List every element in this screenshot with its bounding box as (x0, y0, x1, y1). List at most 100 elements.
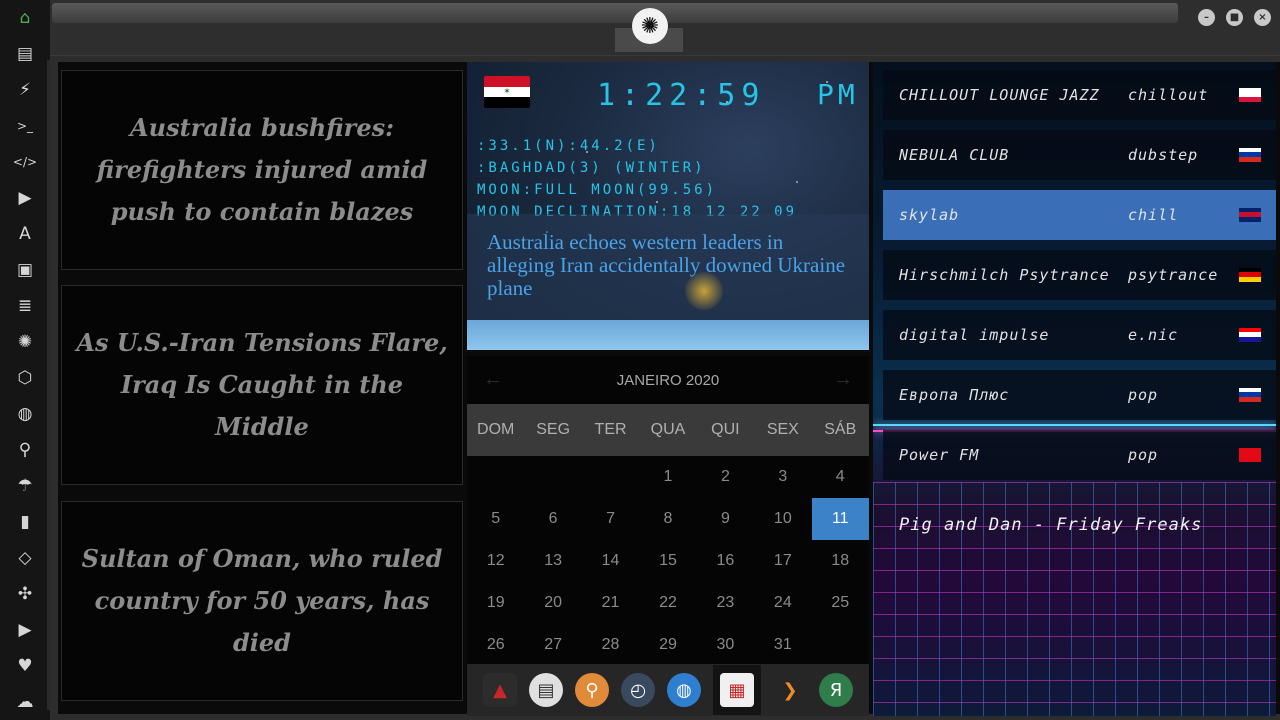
youtube-icon[interactable]: ▶ (13, 618, 37, 642)
git-icon[interactable]: ◇ (13, 546, 37, 570)
calendar-day[interactable]: 14 (582, 540, 639, 582)
flag-stripe (1239, 337, 1261, 343)
globe-app-icon[interactable]: ◍ (667, 673, 701, 707)
clock-app-icon[interactable]: ◴ (621, 673, 655, 707)
calendar-day[interactable]: 24 (754, 582, 811, 624)
calendar-day[interactable]: 26 (467, 624, 524, 666)
calendar-day[interactable]: 11 (811, 498, 869, 540)
calendar-day[interactable]: 3 (754, 456, 811, 498)
news-card[interactable]: Australia bushfires: firefighters injure… (61, 70, 463, 270)
horizon (467, 320, 869, 350)
hexagon-icon[interactable]: ⬡ (13, 366, 37, 390)
calendar-day[interactable]: 21 (582, 582, 639, 624)
news-icon[interactable]: ≣ (13, 294, 37, 318)
calendar-day[interactable]: 27 (524, 624, 581, 666)
calendar-day[interactable]: 13 (524, 540, 581, 582)
app-dock: ▲ ▤ ⚲ ◴ ◍ ▦ ❯ Я (467, 664, 869, 716)
calendar-day[interactable]: 31 (754, 624, 811, 666)
next-month-button[interactable]: → (833, 368, 853, 391)
cloud-icon[interactable]: ☁ (13, 690, 37, 714)
dock-active-slot: ▦ (713, 665, 761, 715)
calendar-day[interactable]: 23 (697, 582, 754, 624)
lightning-icon[interactable]: ⚡ (13, 78, 37, 102)
calendar-day[interactable]: 25 (812, 582, 869, 624)
calendar-day[interactable]: 29 (639, 624, 696, 666)
calendar-day[interactable]: 15 (639, 540, 696, 582)
maximize-button[interactable]: ■ (1226, 9, 1243, 26)
news-card[interactable]: Sultan of Oman, who ruled country for 50… (61, 501, 463, 701)
station-row[interactable]: Европа Плюс pop (883, 370, 1276, 420)
heart-icon[interactable]: ♥ (13, 654, 37, 678)
weekday-label: SÁB (824, 421, 857, 438)
calendar-week: 5 6 7 8 9 10 11 (467, 498, 869, 540)
station-name: NEBULA CLUB (899, 146, 1010, 164)
country-flag-icon (1239, 87, 1261, 103)
calendar-day[interactable]: 9 (697, 498, 754, 540)
calendar-day[interactable]: 4 (812, 456, 869, 498)
yandex-app-icon[interactable]: Я (819, 673, 853, 707)
calendar-day[interactable]: 10 (754, 498, 811, 540)
station-genre: chill (1128, 206, 1179, 224)
terminal-icon[interactable]: >_ (13, 114, 37, 138)
weekday-label: QUI (711, 421, 740, 438)
top-bar: ✺ – ■ × (50, 0, 1280, 56)
translate-icon[interactable]: A (13, 222, 37, 246)
calendar-day[interactable]: 17 (754, 540, 811, 582)
station-row[interactable]: Hirschmilch Psytrance psytrance (883, 250, 1276, 300)
image-icon[interactable]: ▣ (13, 258, 37, 282)
calendar-day[interactable]: 18 (812, 540, 869, 582)
document-icon[interactable]: ▤ (13, 42, 37, 66)
play-app-icon[interactable]: ❯ (773, 673, 807, 707)
calendar-day[interactable]: 12 (467, 540, 524, 582)
station-row[interactable]: Power FM pop (883, 430, 1276, 480)
close-button[interactable]: × (1254, 9, 1271, 26)
code-icon[interactable]: </> (13, 150, 37, 174)
calendar-day[interactable]: 2 (697, 456, 754, 498)
clock-headline[interactable]: Australia echoes western leaders in alle… (467, 214, 869, 321)
umbrella-icon[interactable]: ☂ (13, 474, 37, 498)
calendar-day[interactable]: 30 (697, 624, 754, 666)
minimize-button[interactable]: – (1198, 9, 1215, 26)
globe-icon[interactable]: ◍ (13, 402, 37, 426)
address-bar[interactable] (52, 3, 1178, 23)
calendar-month-label: JANEIRO 2020 (616, 371, 720, 389)
sidebar-scrollbar[interactable] (47, 60, 50, 710)
calendar-day[interactable]: 20 (524, 582, 581, 624)
news-card[interactable]: As U.S.-Iran Tensions Flare, Iraq Is Cau… (61, 285, 463, 485)
expand-icon[interactable]: ✣ (13, 582, 37, 606)
news-headline: Sultan of Oman, who ruled country for 50… (81, 544, 443, 657)
station-genre: dubstep (1128, 146, 1199, 164)
play-icon[interactable]: ▶ (13, 186, 37, 210)
calendar-day[interactable]: 6 (524, 498, 581, 540)
country-flag-icon (1239, 267, 1261, 283)
calendar-day[interactable]: 5 (467, 498, 524, 540)
calendar-day[interactable]: 8 (639, 498, 696, 540)
calendar-day[interactable]: 16 (697, 540, 754, 582)
station-row[interactable]: digital impulse e.nic (883, 310, 1276, 360)
search-app-icon[interactable]: ⚲ (575, 673, 609, 707)
now-playing: Pig and Dan - Friday Freaks (899, 515, 1203, 535)
calendar-day[interactable]: 28 (582, 624, 639, 666)
calendar-app-icon[interactable]: ▦ (720, 673, 754, 707)
flag-stripe (484, 97, 530, 108)
rebel-emblem-icon[interactable]: ✺ (632, 8, 668, 44)
news-app-icon[interactable]: ▤ (529, 673, 563, 707)
station-name: CHILLOUT LOUNGE JAZZ (899, 86, 1100, 104)
calendar-day[interactable]: 19 (467, 582, 524, 624)
country-flag-icon (1239, 207, 1261, 223)
home-icon[interactable]: ⌂ (13, 6, 37, 30)
station-row[interactable]: NEBULA CLUB dubstep (883, 130, 1276, 180)
prev-month-button[interactable]: ← (483, 368, 503, 391)
rebel-icon[interactable]: ✺ (13, 330, 37, 354)
arrow-app-icon[interactable]: ▲ (483, 673, 517, 707)
station-name: Power FM (899, 446, 980, 464)
search-icon[interactable]: ⚲ (13, 438, 37, 462)
contacts-icon[interactable]: ▮ (13, 510, 37, 534)
station-row[interactable]: CHILLOUT LOUNGE JAZZ chillout (883, 70, 1276, 120)
clock-widget: ✶ 1:22:59 PM :33.1(N):44.2(E) :BAGHDAD(3… (467, 62, 869, 350)
calendar-day[interactable]: 7 (582, 498, 639, 540)
calendar-day[interactable]: 22 (639, 582, 696, 624)
station-genre: e.nic (1128, 326, 1179, 344)
calendar-day[interactable]: 1 (639, 456, 696, 498)
station-row[interactable]: skylab chill (883, 190, 1276, 240)
